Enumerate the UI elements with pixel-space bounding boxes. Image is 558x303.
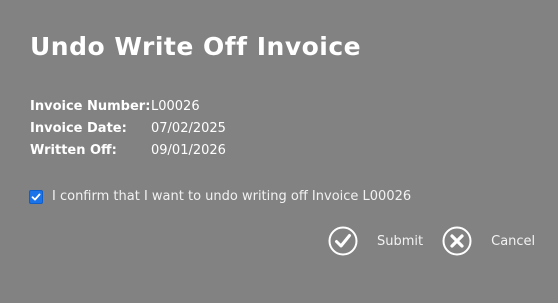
close-circle-icon	[442, 226, 472, 256]
detail-label: Invoice Number:	[30, 98, 151, 114]
checkmark-icon	[31, 193, 41, 200]
confirm-label[interactable]: I confirm that I want to undo writing of…	[52, 189, 411, 204]
cancel-label: Cancel	[491, 233, 536, 249]
dialog-actions: Submit Cancel	[328, 226, 535, 256]
detail-label: Written Off:	[30, 142, 117, 158]
detail-row-written-off: Written Off: 09/01/2026	[30, 139, 226, 161]
detail-row-invoice-number: Invoice Number: L00026	[30, 95, 226, 117]
submit-button[interactable]: Submit	[328, 226, 423, 256]
detail-value: L00026	[151, 98, 200, 114]
confirm-row[interactable]: I confirm that I want to undo writing of…	[29, 189, 411, 204]
detail-label: Invoice Date:	[30, 120, 127, 136]
checkmark-circle-icon	[328, 226, 358, 256]
detail-value: 07/02/2025	[151, 120, 226, 136]
confirm-checkbox[interactable]	[29, 189, 43, 204]
detail-value: 09/01/2026	[151, 142, 226, 158]
undo-write-off-dialog: Undo Write Off Invoice Invoice Number: L…	[0, 0, 558, 303]
cancel-button[interactable]: Cancel	[442, 226, 535, 256]
submit-label: Submit	[377, 233, 424, 249]
dialog-title: Undo Write Off Invoice	[30, 32, 362, 61]
invoice-details: Invoice Number: L00026 Invoice Date: 07/…	[30, 95, 226, 161]
detail-row-invoice-date: Invoice Date: 07/02/2025	[30, 117, 226, 139]
